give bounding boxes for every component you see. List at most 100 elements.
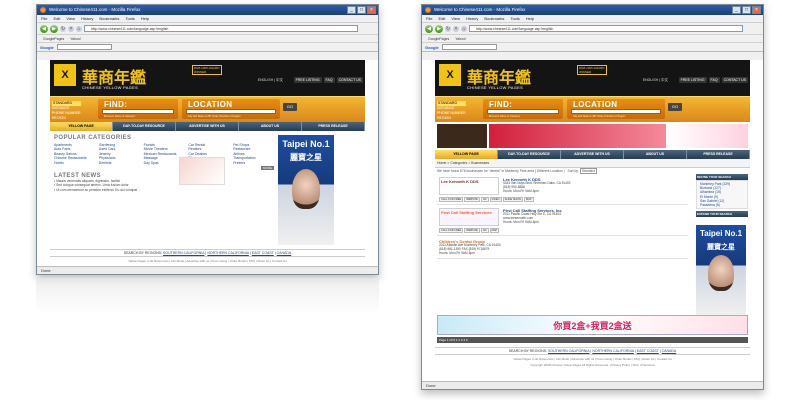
go-button[interactable]: GO bbox=[668, 103, 682, 111]
location-input[interactable] bbox=[186, 109, 276, 114]
search-type-region[interactable]: REGION bbox=[437, 116, 466, 121]
region-southern-california[interactable]: SOUTHERN CALIFORNIA bbox=[163, 251, 204, 255]
go-button[interactable]: GO bbox=[283, 103, 297, 111]
region-canada[interactable]: CANADA bbox=[662, 349, 677, 353]
ad-button[interactable]: AD bbox=[480, 228, 489, 233]
call-for-free-button[interactable]: CALL FOR FREE bbox=[439, 197, 464, 202]
region-canada[interactable]: CANADA bbox=[277, 251, 292, 255]
tab-press-release[interactable]: PRESS RELEASE bbox=[302, 122, 365, 131]
bookmark-googlepages[interactable]: GooglePages bbox=[428, 37, 449, 41]
site-logo[interactable]: X bbox=[54, 64, 76, 86]
menu-view[interactable]: View bbox=[66, 15, 75, 22]
pagination[interactable]: Page 1 Of 5 1 2 3 4 5 bbox=[437, 337, 748, 344]
website-button[interactable]: WEBSITE bbox=[464, 197, 480, 202]
tab-advertise[interactable]: ADVERTISE WITH US bbox=[176, 122, 239, 131]
website-button[interactable]: WEBSITE bbox=[464, 228, 480, 233]
region-southern-california[interactable]: SOUTHERN CALIFORNIA bbox=[548, 349, 589, 353]
map-button[interactable]: MAP bbox=[523, 197, 534, 202]
contact-us-link[interactable]: CONTACT US bbox=[721, 77, 748, 83]
contact-us-link[interactable]: CONTACT US bbox=[336, 77, 363, 83]
google-search-field[interactable] bbox=[441, 44, 497, 50]
faq-link[interactable]: FAQ bbox=[323, 77, 335, 83]
menu-bookmarks[interactable]: Bookmarks bbox=[484, 15, 504, 22]
list-item[interactable]: Children's Dental Group 2011 Atlantic Av… bbox=[437, 237, 688, 259]
minimize-button[interactable]: _ bbox=[732, 6, 741, 14]
menu-history[interactable]: History bbox=[81, 15, 93, 22]
tab-about-us[interactable]: ABOUT US bbox=[239, 122, 302, 131]
menu-help[interactable]: Help bbox=[526, 15, 534, 22]
video-button[interactable]: VIDEO bbox=[489, 197, 502, 202]
google-search-field[interactable] bbox=[56, 44, 112, 50]
menu-file[interactable]: File bbox=[41, 15, 47, 22]
reload-icon[interactable]: ↻ bbox=[445, 25, 451, 32]
tab-press-release[interactable]: PRESS RELEASE bbox=[687, 150, 750, 159]
listing-ad-image[interactable]: Lee Kenneth K DDS bbox=[439, 177, 499, 195]
footer-links[interactable]: Yellow Pages | Life Resources | Life Mod… bbox=[50, 259, 365, 263]
banner-ad-3[interactable] bbox=[668, 124, 748, 148]
bookmark-yahoo[interactable]: Yahoo! bbox=[455, 37, 466, 41]
tab-yellow-page[interactable]: YELLOW PAGE bbox=[435, 150, 498, 159]
location-input[interactable] bbox=[571, 109, 661, 114]
site-logo[interactable]: X bbox=[439, 64, 461, 86]
category-link[interactable]: Hotels bbox=[54, 161, 95, 165]
language-switch[interactable]: ENGLISH | 中文 bbox=[258, 78, 283, 83]
region-northern-california[interactable]: NORTHERN CALIFORNIA bbox=[207, 251, 249, 255]
banner-ad-1[interactable] bbox=[437, 124, 487, 148]
faq-link[interactable]: FAQ bbox=[708, 77, 720, 83]
list-item[interactable]: Lee Kenneth K DDS Lee Kenneth K DDS 4343… bbox=[437, 175, 688, 205]
minimize-button[interactable]: _ bbox=[347, 6, 356, 14]
menu-help[interactable]: Help bbox=[141, 15, 149, 22]
call-for-free-button[interactable]: CALL FOR FREE bbox=[439, 228, 464, 233]
maximize-button[interactable]: □ bbox=[742, 6, 751, 14]
menu-bookmarks[interactable]: Bookmarks bbox=[99, 15, 119, 22]
category-link[interactable]: Printers bbox=[233, 161, 274, 165]
search-type-region[interactable]: REGION bbox=[52, 116, 81, 121]
refine-item[interactable]: Pasadena (5) bbox=[700, 203, 744, 207]
tab-about-us[interactable]: ABOUT US bbox=[624, 150, 687, 159]
url-bar[interactable]: http://www.chinese411.com/language.asp?e… bbox=[84, 25, 358, 32]
tab-day-to-day[interactable]: DAY-TO-DAY RESOURCE bbox=[113, 122, 176, 131]
forward-icon[interactable]: ▶ bbox=[50, 24, 58, 33]
news-item[interactable]: • Ut com elementum ac pendum eleifend. E… bbox=[54, 188, 274, 192]
sort-select[interactable]: Standard bbox=[579, 168, 598, 174]
language-switch[interactable]: ENGLISH | 中文 bbox=[643, 78, 668, 83]
close-button[interactable]: × bbox=[752, 6, 761, 14]
find-input[interactable] bbox=[487, 109, 559, 114]
reload-icon[interactable]: ↻ bbox=[60, 25, 66, 32]
menu-edit[interactable]: Edit bbox=[438, 15, 445, 22]
bottom-banner-ad[interactable]: 你買2盒+我買2盒送 bbox=[437, 315, 748, 336]
forward-icon[interactable]: ▶ bbox=[435, 24, 443, 33]
menu-tools[interactable]: Tools bbox=[510, 15, 519, 22]
menu-file[interactable]: File bbox=[426, 15, 432, 22]
maximize-button[interactable]: □ bbox=[357, 6, 366, 14]
stop-icon[interactable]: × bbox=[68, 25, 74, 32]
back-icon[interactable]: ◀ bbox=[425, 24, 433, 33]
free-listing-link[interactable]: FREE LISTING bbox=[293, 77, 322, 83]
footer-links[interactable]: Yellow Pages | Life Resources | Life Mod… bbox=[435, 357, 750, 361]
promo-ad-image[interactable] bbox=[179, 157, 225, 185]
region-east-coast[interactable]: EAST COAST bbox=[252, 251, 274, 255]
region-northern-california[interactable]: NORTHERN CALIFORNIA bbox=[592, 349, 634, 353]
taipei-ad-banner[interactable]: Taipei No.1 麗寶之星 bbox=[278, 135, 334, 245]
back-icon[interactable]: ◀ bbox=[40, 24, 48, 33]
menu-history[interactable]: History bbox=[466, 15, 478, 22]
bookmark-googlepages[interactable]: GooglePages bbox=[43, 37, 64, 41]
find-input[interactable] bbox=[102, 109, 174, 114]
menu-view[interactable]: View bbox=[451, 15, 460, 22]
home-icon[interactable]: ⌂ bbox=[461, 25, 467, 32]
map-button[interactable]: MAP bbox=[489, 228, 500, 233]
tab-day-to-day[interactable]: DAY-TO-DAY RESOURCE bbox=[498, 150, 561, 159]
category-link[interactable]: Dentists bbox=[99, 161, 140, 165]
slide-show-button[interactable]: SLIDE SHOW bbox=[502, 197, 523, 202]
more-button[interactable]: MORE bbox=[261, 166, 274, 171]
menu-tools[interactable]: Tools bbox=[125, 15, 134, 22]
tab-advertise[interactable]: ADVERTISE WITH US bbox=[561, 150, 624, 159]
menu-edit[interactable]: Edit bbox=[53, 15, 60, 22]
list-item[interactable]: First Call Staffing Services First Call … bbox=[437, 206, 688, 236]
home-icon[interactable]: ⌂ bbox=[76, 25, 82, 32]
listing-ad-image[interactable]: First Call Staffing Services bbox=[439, 208, 499, 226]
url-bar[interactable]: http://www.chinese411.com/language.asp?e… bbox=[469, 25, 743, 32]
free-listing-link[interactable]: FREE LISTING bbox=[678, 77, 707, 83]
ad-button[interactable]: AD bbox=[480, 197, 489, 202]
taipei-ad-banner[interactable]: Taipei No.1 麗寶之星 bbox=[696, 225, 746, 316]
